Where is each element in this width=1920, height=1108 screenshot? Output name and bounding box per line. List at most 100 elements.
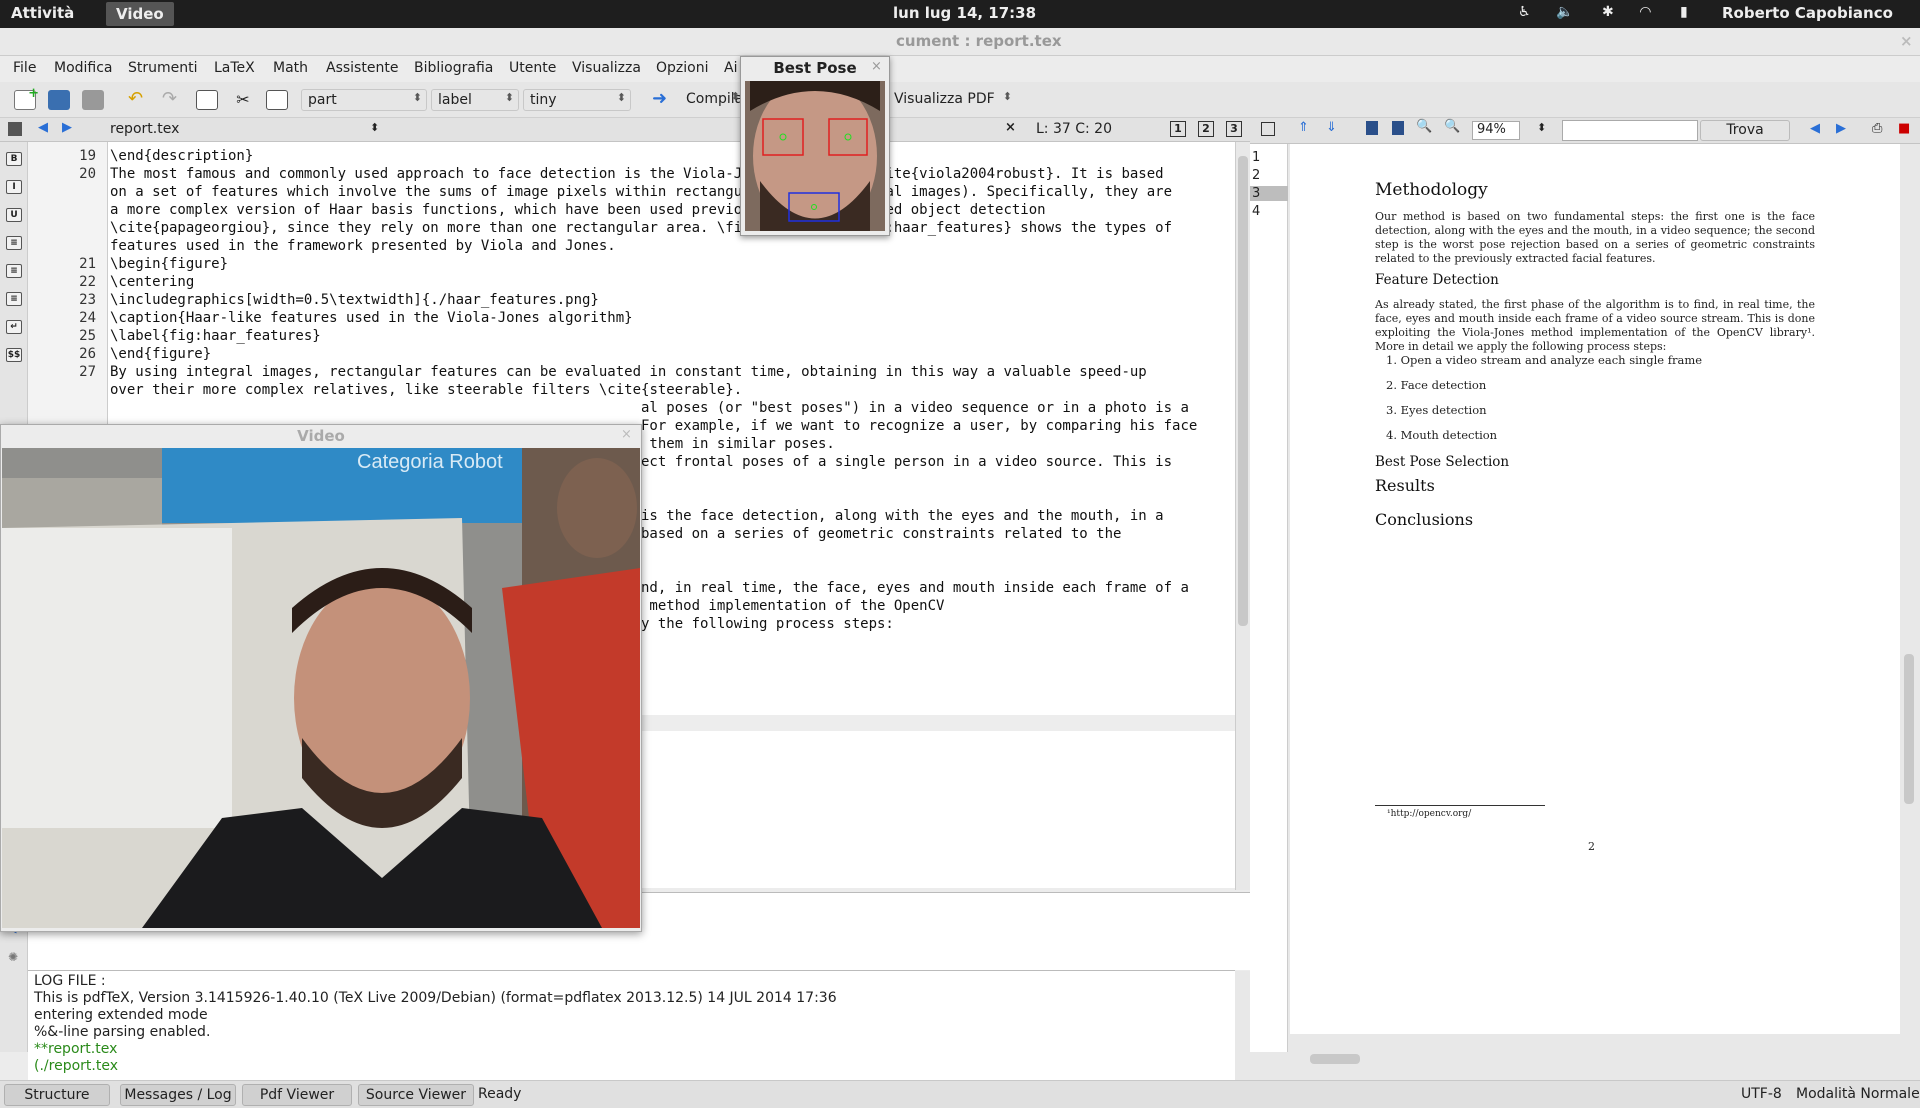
zoom-in-icon[interactable]: 🔍 (1416, 119, 1432, 134)
volume-icon[interactable]: 🔈 (1556, 4, 1573, 20)
log-panel[interactable]: LOG FILE : This is pdfTeX, Version 3.141… (28, 970, 1250, 1083)
active-app-indicator[interactable]: Video (106, 2, 174, 26)
view-three-icon[interactable]: 3 (1226, 121, 1242, 137)
pdf-up-icon[interactable]: ⇑ (1298, 120, 1309, 135)
underline-icon[interactable]: U (6, 208, 22, 222)
menu-strumenti[interactable]: Strumenti (128, 60, 198, 76)
open-file-icon[interactable] (48, 90, 70, 110)
new-line-icon[interactable]: ↵ (6, 320, 22, 334)
code-line: features used in the framework presented… (110, 238, 616, 254)
pdf-down-icon[interactable]: ⇓ (1326, 120, 1337, 135)
next-document-icon[interactable]: ▶ (62, 120, 72, 135)
editor-scrollbar[interactable] (1235, 142, 1250, 890)
bold-icon[interactable]: B (6, 152, 22, 166)
align-center-icon[interactable]: ≡ (6, 264, 22, 278)
menu-math[interactable]: Math (273, 60, 308, 76)
open-file-name[interactable]: report.tex (110, 121, 179, 137)
find-input[interactable] (1562, 120, 1698, 141)
cut-icon[interactable]: ✂ (232, 90, 254, 110)
paste-icon[interactable] (266, 90, 288, 110)
page-item[interactable]: 2 (1250, 168, 1288, 183)
menu-modifica[interactable]: Modifica (54, 60, 113, 76)
view-two-icon[interactable]: 2 (1198, 121, 1214, 137)
tab-source-viewer[interactable]: Source Viewer (358, 1084, 474, 1106)
line-number: 20 (79, 166, 96, 182)
clock[interactable]: lun lug 14, 17:38 (893, 4, 1036, 22)
settings-icon[interactable]: ✺ (8, 950, 18, 964)
video-window[interactable]: Video × Categoria Robot (0, 424, 642, 932)
pdf-hscrollbar[interactable] (1290, 1052, 1900, 1066)
math-icon[interactable]: $$ (6, 348, 22, 362)
pdf-vscroll-thumb[interactable] (1904, 654, 1914, 804)
menu-aiuto[interactable]: Ai (724, 60, 737, 76)
new-file-icon[interactable]: + (14, 86, 39, 110)
sectioning-combo[interactable]: part (301, 89, 427, 111)
menu-assistente[interactable]: Assistente (326, 60, 398, 76)
menu-bibliografia[interactable]: Bibliografia (414, 60, 493, 76)
encoding-label: UTF-8 (1741, 1086, 1782, 1102)
pdf-structure-icon[interactable] (1261, 122, 1275, 136)
activities-button[interactable]: Attività (11, 4, 74, 22)
view-pdf-combo[interactable]: Visualizza PDF (888, 89, 1016, 111)
tab-messages-log[interactable]: Messages / Log (120, 1084, 236, 1106)
italic-icon[interactable]: I (6, 180, 22, 194)
pdf-page[interactable]: Methodology Our method is based on two f… (1290, 144, 1900, 1034)
code-line: \end{description} (110, 148, 254, 164)
file-combo-arrow-icon[interactable]: ⬍ (370, 121, 379, 134)
pdf-close-icon[interactable]: ■ (1898, 121, 1910, 136)
page-item[interactable]: 1 (1250, 150, 1288, 165)
redo-icon[interactable]: ↷ (162, 90, 184, 110)
window-close-icon[interactable]: × (1900, 32, 1913, 50)
code-line-partial: based on a series of geometric constrain… (641, 526, 1122, 542)
zoom-combo-arrow-icon[interactable]: ⬍ (1537, 121, 1546, 134)
page-item[interactable]: 4 (1250, 204, 1288, 219)
menu-visualizza[interactable]: Visualizza (572, 60, 641, 76)
align-right-icon[interactable]: ≡ (6, 292, 22, 306)
zoom-input[interactable]: 94% (1472, 121, 1520, 140)
pdf-vscrollbar[interactable] (1902, 144, 1916, 1054)
undo-icon[interactable]: ↶ (128, 90, 150, 110)
code-line: on a set of features which involve the s… (110, 184, 1173, 200)
tab-pdf-viewer[interactable]: Pdf Viewer (242, 1084, 352, 1106)
editor-scrollbar-thumb[interactable] (1238, 156, 1248, 626)
align-left-icon[interactable]: ≡ (6, 236, 22, 250)
document-icon[interactable] (8, 122, 22, 136)
accessibility-icon[interactable]: ♿ (1518, 4, 1531, 20)
log-line: (./report.tex (34, 1058, 118, 1074)
video-close-icon[interactable]: × (621, 427, 632, 442)
best-pose-close-icon[interactable]: × (871, 59, 882, 74)
pdf-heading-feature-detection: Feature Detection (1375, 272, 1499, 288)
compile-combo[interactable]: Compila (680, 89, 744, 111)
line-number: 22 (79, 274, 96, 290)
find-button[interactable]: Trova (1700, 120, 1790, 141)
save-icon[interactable] (82, 90, 104, 110)
pdf-prev-icon[interactable]: ◀ (1810, 121, 1820, 136)
wifi-icon[interactable]: ◠ (1640, 4, 1651, 20)
zoom-out-icon[interactable]: 🔍 (1444, 119, 1460, 134)
print-icon[interactable]: ⎙ (1872, 121, 1882, 136)
menu-opzioni[interactable]: Opzioni (656, 60, 708, 76)
copy-icon[interactable] (196, 90, 218, 110)
view-one-icon[interactable]: 1 (1170, 121, 1186, 137)
menu-utente[interactable]: Utente (509, 60, 556, 76)
tab-structure[interactable]: Structure (4, 1084, 110, 1106)
best-pose-window[interactable]: Best Pose × (740, 56, 890, 236)
battery-icon[interactable]: ▮ (1680, 4, 1688, 20)
font-size-combo[interactable]: tiny (523, 89, 631, 111)
pdf-next-icon[interactable]: ▶ (1836, 121, 1846, 136)
bluetooth-icon[interactable]: ✱ (1602, 4, 1614, 20)
menu-latex[interactable]: LaTeX (214, 60, 255, 76)
previous-document-icon[interactable]: ◀ (38, 120, 48, 135)
user-menu[interactable]: Roberto Capobianco (1722, 4, 1893, 22)
pdf-hscroll-thumb[interactable] (1310, 1054, 1360, 1064)
best-pose-image (745, 81, 885, 231)
pdf-page-icon[interactable] (1366, 121, 1378, 135)
menu-file[interactable]: File (13, 60, 36, 76)
page-item-selected[interactable]: 3 (1250, 186, 1288, 201)
run-arrow-icon[interactable]: ➜ (652, 90, 674, 110)
pdf-two-pages-icon[interactable] (1392, 121, 1404, 135)
log-scrollbar[interactable] (1235, 971, 1250, 1083)
line-number: 21 (79, 256, 96, 272)
reference-combo[interactable]: label (431, 89, 519, 111)
close-document-icon[interactable]: × (1005, 120, 1016, 135)
